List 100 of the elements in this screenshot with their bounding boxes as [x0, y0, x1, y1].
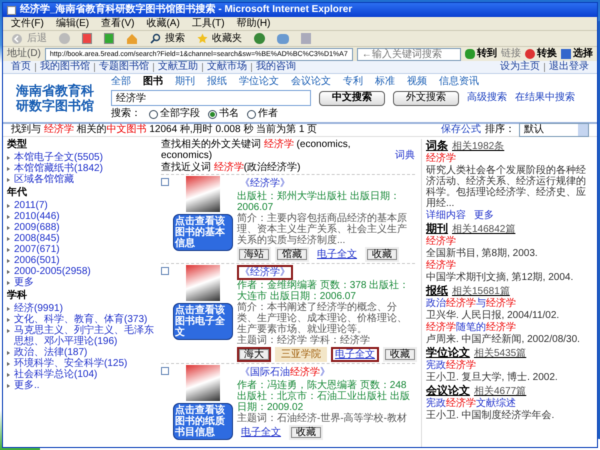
facet-link[interactable]: 2010(446) — [14, 211, 60, 222]
facet-heading: 年代 — [7, 187, 28, 198]
facet-link[interactable]: 文化、科学、教育、体育(373) — [14, 314, 148, 325]
facet-link[interactable]: 经济(9991) — [14, 303, 63, 314]
scope-radio[interactable]: 作者 — [247, 108, 278, 120]
nav-link[interactable]: 文献互助 — [158, 61, 198, 73]
section-heading: 会议论文 — [426, 386, 470, 397]
checkbox[interactable] — [161, 178, 169, 186]
menu-item[interactable]: 文件(F) — [11, 18, 44, 30]
star-icon — [197, 33, 208, 44]
search-button[interactable]: 外文搜索 — [393, 90, 459, 106]
facet-link[interactable]: 更多.. — [14, 380, 40, 391]
facet-link[interactable]: 区域各馆馆藏 — [14, 174, 74, 185]
facet-link[interactable]: 2006(501) — [14, 255, 60, 266]
related-link[interactable]: 详细内容 — [426, 210, 466, 221]
full-text-link[interactable]: 电子全文 — [237, 425, 285, 440]
section-heading: 期刊 — [426, 224, 448, 235]
menu-item[interactable]: 收藏(A) — [146, 18, 180, 30]
category-tab[interactable]: 视频 — [407, 76, 427, 88]
favorite-button[interactable]: 收藏 — [365, 247, 399, 262]
book-title-link[interactable]: 《经济学》 — [237, 176, 293, 191]
nav-link[interactable]: 首页 — [11, 61, 31, 73]
go-button[interactable]: 转到 — [465, 48, 497, 60]
library-button[interactable]: 馆藏 — [275, 247, 309, 262]
related-title-link[interactable]: 政治经济学与经济学 — [426, 298, 516, 309]
search-link[interactable]: 高级搜索 — [467, 92, 507, 104]
full-text-link[interactable]: 电子全文 — [331, 347, 379, 362]
related-title-link[interactable]: 经济学 — [426, 260, 456, 271]
convert-button[interactable]: 转换 — [525, 48, 557, 60]
category-tab[interactable]: 报纸 — [207, 76, 227, 88]
category-tab[interactable]: 期刊 — [175, 76, 195, 88]
section-heading: 词条 — [426, 141, 448, 152]
full-text-link[interactable]: 电子全文 — [313, 247, 361, 262]
facet-link[interactable]: 马克思主义、列宁主义、毛泽东思想、邓小平理论(196) — [14, 325, 155, 347]
book-title-link[interactable]: 《经济学》 — [237, 265, 293, 280]
facet-link[interactable]: 本馆馆藏纸书(1842) — [14, 163, 103, 174]
nav-link[interactable]: 退出登录 — [549, 61, 589, 73]
keyword-search-field[interactable]: ←输入关键词搜索 — [356, 48, 461, 60]
facet-link[interactable]: 政治、法律(187) — [14, 347, 88, 358]
facet-link[interactable]: 2008(845) — [14, 233, 60, 244]
facet-link[interactable]: 2000-2005(2958) — [14, 266, 91, 277]
facet-link[interactable]: 更多 — [14, 277, 34, 288]
library-button[interactable]: 海站 — [237, 247, 271, 262]
book-title-link[interactable]: 《国际石油经济学》 — [237, 365, 333, 380]
favorite-button[interactable]: 收藏 — [289, 425, 323, 440]
scope-radio[interactable]: 书名 — [208, 108, 239, 120]
facet-link[interactable]: 2011(7) — [14, 200, 48, 211]
related-title-link[interactable]: 经济学随笔的经济学 — [426, 322, 516, 333]
book-cover — [186, 265, 220, 301]
bullet-icon — [7, 248, 10, 252]
section-heading: 学位论文 — [426, 348, 470, 359]
section-count: 相关1982条 — [452, 141, 504, 152]
checkbox[interactable] — [161, 367, 169, 375]
facet-link[interactable]: 2007(671) — [14, 244, 60, 255]
dictionary-link[interactable]: 词典 — [395, 150, 415, 161]
related-link[interactable]: 更多 — [474, 210, 494, 221]
facet-link[interactable]: 2009(688) — [14, 222, 60, 233]
links-label[interactable]: 链接 — [501, 48, 521, 60]
bullet-icon — [7, 329, 10, 333]
search-button[interactable]: 中文搜索 — [319, 90, 385, 106]
category-tab[interactable]: 图书 — [143, 76, 163, 88]
related-detail: 研究人类社会各个发展阶段的各种经济活动、经济关系、经济运行规律的科学。包括理论经济学、经济史、应用经... — [426, 165, 587, 209]
nav-link[interactable]: 设为主页 — [500, 61, 540, 73]
menu-item[interactable]: 查看(V) — [101, 18, 134, 30]
nav-link[interactable]: 我的图书馆 — [40, 61, 90, 73]
checkbox[interactable] — [161, 267, 169, 275]
nav-link[interactable]: 文献市场 — [207, 61, 247, 73]
save-formula-link[interactable]: 保存公式 — [441, 124, 481, 136]
related-title-link[interactable]: 经济学 — [426, 153, 456, 164]
facet-link[interactable]: 社会科学总论(104) — [14, 369, 98, 380]
category-tab[interactable]: 学位论文 — [239, 76, 279, 88]
window-title: 经济学_海南省教育科研数字图书馆图书搜索 - Microsoft Internet Explorer — [20, 4, 352, 16]
bullet-icon — [7, 226, 10, 230]
scope-radio[interactable]: 全部字段 — [149, 108, 200, 120]
category-tab[interactable]: 信息资讯 — [439, 76, 479, 88]
menu-item[interactable]: 帮助(H) — [236, 18, 270, 30]
library-tag[interactable]: 三亚学院 — [275, 347, 327, 362]
category-tab[interactable]: 专利 — [343, 76, 363, 88]
search-field[interactable]: 经济学 — [111, 90, 311, 106]
nav-link[interactable]: 专题图书馆 — [99, 61, 149, 73]
search-link[interactable]: 在结果中搜索 — [515, 92, 575, 104]
library-button[interactable]: 海大 — [237, 347, 271, 362]
category-tab[interactable]: 全部 — [111, 76, 131, 88]
favorite-button[interactable]: 收藏 — [383, 347, 417, 362]
menu-item[interactable]: 工具(T) — [192, 18, 225, 30]
select-button[interactable]: 选择 — [561, 48, 593, 60]
related-title-link[interactable]: 宪政经济学文献综述 — [426, 398, 516, 409]
related-title-link[interactable]: 经济学 — [426, 236, 456, 247]
facet-link[interactable]: 环境科学、安全科学(125) — [14, 358, 128, 369]
category-tab[interactable]: 会议论文 — [291, 76, 331, 88]
facet-link[interactable]: 本馆电子全文(5505) — [14, 152, 103, 163]
bullet-icon — [7, 318, 10, 322]
sort-dropdown[interactable]: 默认 — [519, 123, 589, 137]
favorites-button[interactable]: 收藏夹 — [197, 32, 242, 44]
related-title-link[interactable]: 宪政经济学 — [426, 360, 476, 371]
facet-heading: 类型 — [7, 139, 28, 150]
search-button[interactable]: 搜索 — [150, 32, 185, 44]
menu-item[interactable]: 编辑(E) — [56, 18, 90, 30]
nav-link[interactable]: 我的咨询 — [256, 61, 296, 73]
category-tab[interactable]: 标准 — [375, 76, 395, 88]
